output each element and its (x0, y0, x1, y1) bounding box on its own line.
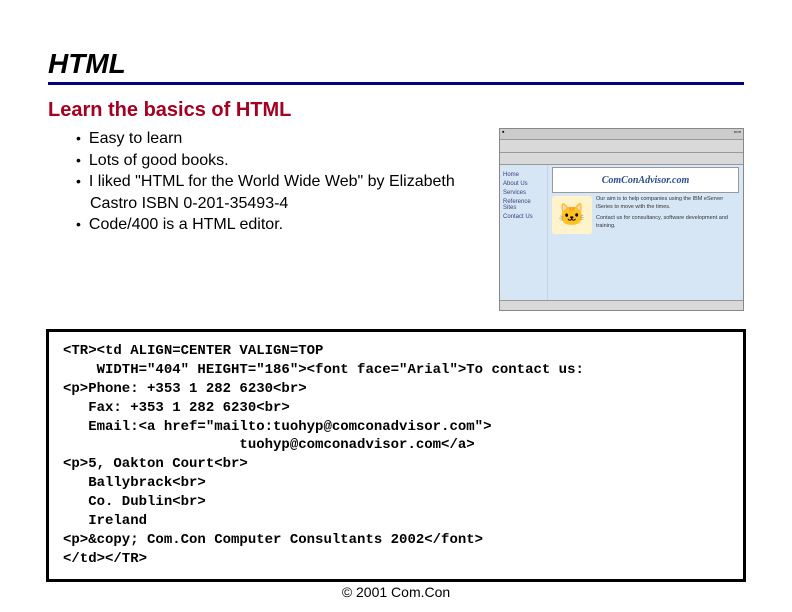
slide-subtitle: Learn the basics of HTML (48, 99, 744, 122)
code-sample: <TR><td ALIGN=CENTER VALIGN=TOP WIDTH="4… (46, 329, 746, 582)
browser-content: ComConAdvisor.com 🐱 Our aim is to help c… (548, 165, 743, 300)
bullet-list: Easy to learn Lots of good books. I like… (48, 128, 487, 311)
browser-screenshot: ▪▫▫▫ Home About Us Services Reference Si… (499, 128, 744, 311)
slide-title: HTML (48, 48, 744, 85)
bullet-item: Lots of good books. (76, 150, 487, 172)
nav-link: Services (503, 190, 544, 196)
mascot-icon: 🐱 (552, 196, 592, 234)
nav-link: About Us (503, 181, 544, 187)
browser-titlebar: ▪▫▫▫ (500, 129, 743, 140)
slide-footer: © 2001 Com.Con (0, 584, 792, 600)
browser-addressbar (500, 153, 743, 165)
browser-toolbar (500, 140, 743, 153)
bullet-item: Easy to learn (76, 128, 487, 150)
browser-statusbar (500, 300, 743, 310)
nav-link: Home (503, 172, 544, 178)
nav-link: Contact Us (503, 214, 544, 220)
bullet-item: Code/400 is a HTML editor. (76, 214, 487, 236)
site-logo: ComConAdvisor.com (552, 167, 739, 193)
site-blurb: Our aim is to help companies using the I… (596, 196, 739, 234)
nav-link: Reference Sites (503, 199, 544, 211)
browser-sidebar: Home About Us Services Reference Sites C… (500, 165, 548, 300)
content-row: Easy to learn Lots of good books. I like… (48, 128, 744, 311)
bullet-item: I liked "HTML for the World Wide Web" by… (76, 171, 487, 214)
